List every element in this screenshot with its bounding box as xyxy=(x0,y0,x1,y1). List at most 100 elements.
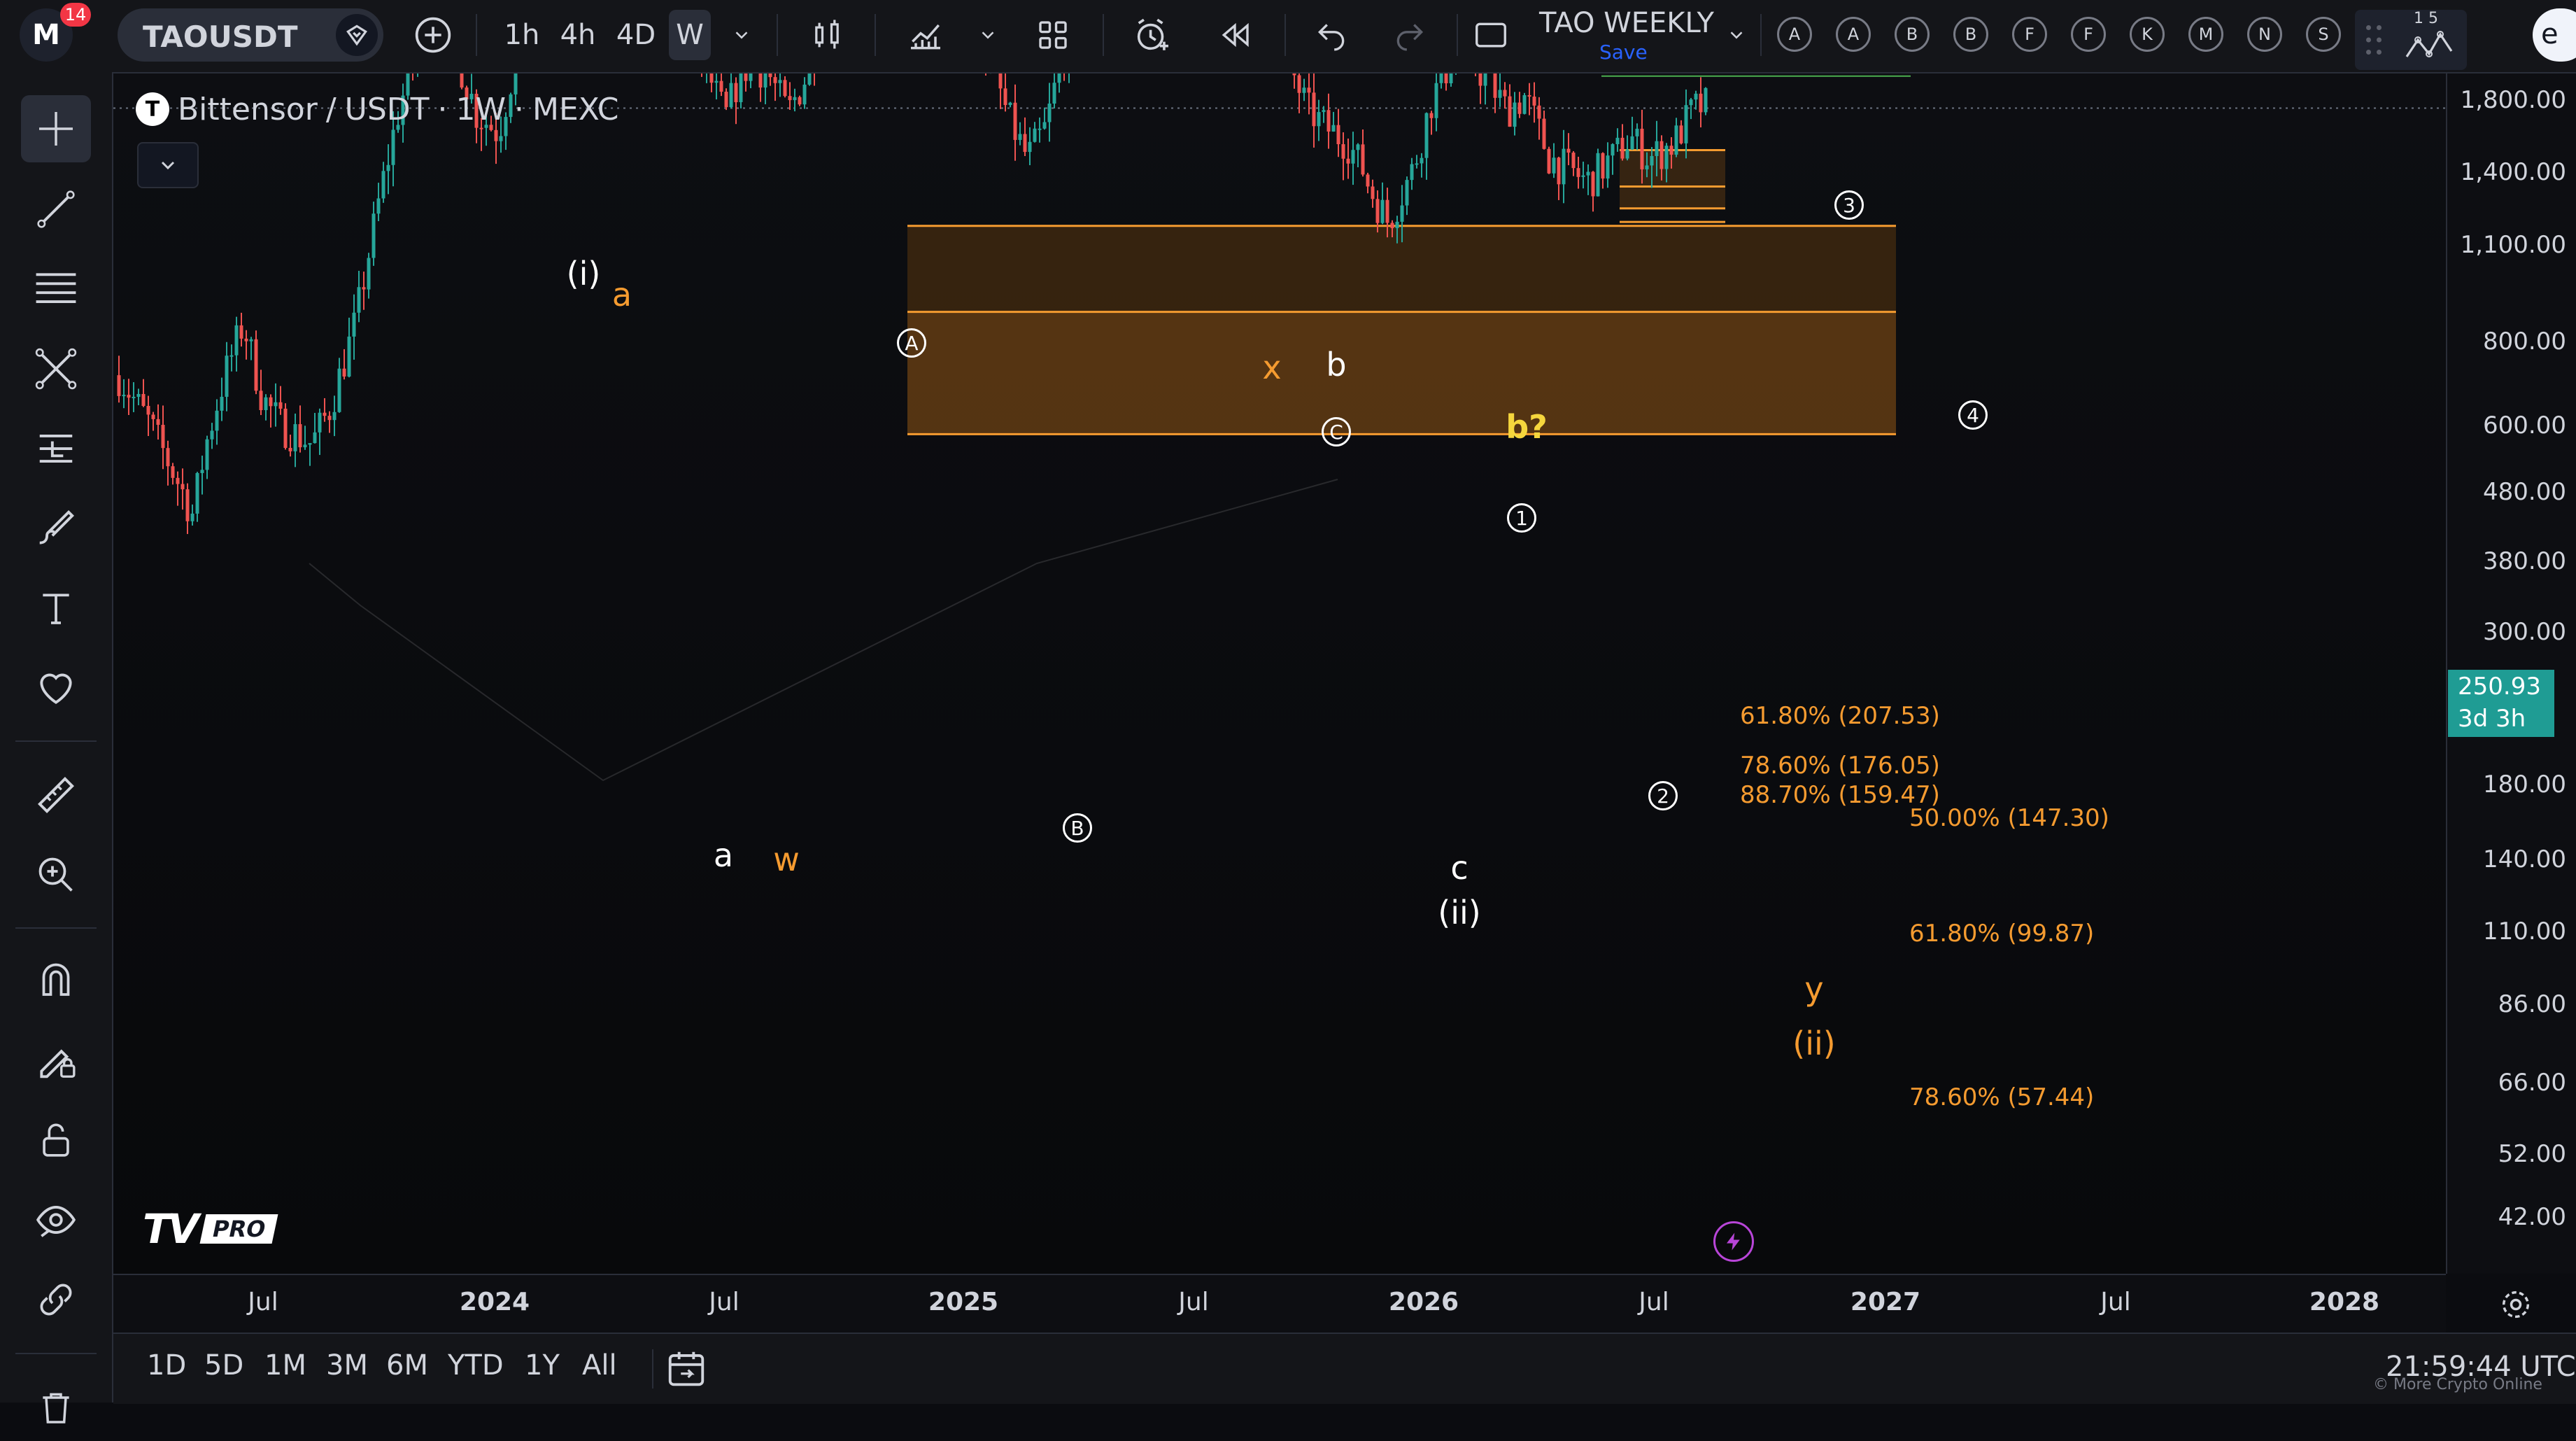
layout-grid-icon[interactable] xyxy=(1028,10,1077,60)
candle-body-255 xyxy=(1366,174,1370,187)
alert-button-a1[interactable]: A xyxy=(1777,17,1812,52)
wave-label-b[interactable]: b xyxy=(1326,346,1346,384)
tradingview-watermark: TV PRO xyxy=(143,1205,279,1253)
alert-button-k[interactable]: K xyxy=(2130,17,2165,52)
alert-button-s[interactable]: S xyxy=(2306,17,2341,52)
range-5d[interactable]: 5D xyxy=(204,1349,243,1382)
wave-label-y-orange[interactable]: y xyxy=(1804,970,1823,1008)
wave-label-ii-orange[interactable]: (ii) xyxy=(1792,1025,1835,1062)
candle-body-133 xyxy=(768,73,772,78)
pattern-icon[interactable] xyxy=(21,335,91,402)
chart-pane[interactable]: T Bittensor / USDT · 1W · MEXC (i) a A x… xyxy=(113,73,2446,1274)
interval-dropdown-icon[interactable] xyxy=(728,10,756,60)
lock-drawing-icon[interactable] xyxy=(21,1027,91,1094)
indicators-icon[interactable] xyxy=(901,10,950,60)
time-axis[interactable]: Jul 2024 Jul 2025 Jul 2026 Jul 2027 Jul … xyxy=(113,1274,2446,1334)
range-1y[interactable]: 1Y xyxy=(525,1349,560,1382)
candle-body-136 xyxy=(783,80,787,97)
compare-icon[interactable] xyxy=(336,14,378,56)
range-3m[interactable]: 3M xyxy=(326,1349,368,1382)
undo-icon[interactable] xyxy=(1307,10,1356,60)
wave-label-x-orange[interactable]: x xyxy=(1262,349,1281,386)
candle-body-265 xyxy=(1415,163,1419,165)
wave-label-i[interactable]: (i) xyxy=(567,255,601,293)
drag-handle-icon[interactable]: 1 5 xyxy=(2355,10,2467,70)
alert-button-b2[interactable]: B xyxy=(1953,17,1988,52)
trend-line-icon[interactable] xyxy=(21,176,91,243)
link-icon[interactable] xyxy=(21,1266,91,1333)
text-tool-icon[interactable] xyxy=(21,575,91,642)
candle-body-181 xyxy=(1003,88,1007,106)
candle-body-317 xyxy=(1669,146,1673,155)
wave-label-1-circle[interactable]: 1 xyxy=(1507,503,1536,533)
magnet-icon[interactable] xyxy=(21,947,91,1014)
range-6m[interactable]: 6M xyxy=(386,1349,428,1382)
wave-label-4-circle[interactable]: 4 xyxy=(1958,400,1988,430)
favorites-heart-icon[interactable] xyxy=(21,654,91,722)
legend-collapse-button[interactable] xyxy=(137,142,199,188)
candle-body-315 xyxy=(1659,141,1664,169)
wave-label-A-circle[interactable]: A xyxy=(897,328,926,358)
wave-label-w-orange[interactable]: w xyxy=(773,841,800,878)
unlock-icon[interactable] xyxy=(21,1106,91,1174)
brush-icon[interactable] xyxy=(21,495,91,562)
wave-label-B-circle[interactable]: B xyxy=(1063,813,1092,843)
layout-dropdown-icon[interactable] xyxy=(1722,10,1750,60)
alert-button-f2[interactable]: F xyxy=(2071,17,2106,52)
lightning-icon[interactable] xyxy=(1713,1221,1754,1262)
fib-label-lower-50[interactable]: 50.00% (147.30) xyxy=(1909,804,2109,832)
redo-icon[interactable] xyxy=(1385,10,1434,60)
candle-body-38 xyxy=(303,444,307,448)
fullscreen-icon[interactable] xyxy=(1468,10,1514,60)
candles-icon[interactable] xyxy=(805,10,849,60)
alert-button-b1[interactable]: B xyxy=(1895,17,1930,52)
fib-label-upper-786[interactable]: 78.60% (176.05) xyxy=(1740,752,1940,780)
eye-icon[interactable] xyxy=(21,1186,91,1253)
alert-button-f1[interactable]: F xyxy=(2012,17,2047,52)
range-ytd[interactable]: YTD xyxy=(448,1349,504,1382)
trash-icon[interactable] xyxy=(21,1374,91,1441)
profile-button[interactable]: e xyxy=(2533,8,2576,62)
fib-label-lower-618[interactable]: 61.80% (99.87) xyxy=(1909,920,2094,948)
add-symbol-icon[interactable] xyxy=(409,10,458,60)
candle-body-17 xyxy=(200,470,204,473)
alert-button-m[interactable]: M xyxy=(2188,17,2223,52)
wave-label-2-circle[interactable]: 2 xyxy=(1648,781,1678,810)
replay-icon[interactable] xyxy=(1210,10,1259,60)
alert-clock-icon[interactable] xyxy=(1128,10,1177,60)
candle-body-313 xyxy=(1650,155,1654,166)
credit-text: © More Crypto Online xyxy=(2373,1376,2542,1393)
symbol-search[interactable]: TAOUSDT xyxy=(118,8,383,62)
wave-label-c[interactable]: c xyxy=(1450,849,1468,887)
axis-settings-gear-icon[interactable] xyxy=(2498,1286,2537,1326)
layout-name[interactable]: TAO WEEKLY Save xyxy=(1532,4,1714,67)
ruler-icon[interactable] xyxy=(21,761,91,829)
wave-label-b-question[interactable]: b? xyxy=(1506,408,1548,446)
crosshair-icon[interactable] xyxy=(21,95,91,162)
fib-label-upper-618[interactable]: 61.80% (207.53) xyxy=(1740,702,1940,730)
alert-button-a2[interactable]: A xyxy=(1836,17,1871,52)
indicators-dropdown-icon[interactable] xyxy=(974,10,1002,60)
alert-button-n[interactable]: N xyxy=(2247,17,2282,52)
wave-label-ii[interactable]: (ii) xyxy=(1438,894,1480,932)
forecast-icon[interactable] xyxy=(21,415,91,482)
range-1m[interactable]: 1M xyxy=(264,1349,306,1382)
fib-label-lower-786[interactable]: 78.60% (57.44) xyxy=(1909,1083,2094,1111)
goto-date-calendar-icon[interactable] xyxy=(665,1347,714,1391)
interval-4h[interactable]: 4h xyxy=(557,10,599,60)
interval-1h[interactable]: 1h xyxy=(501,10,543,60)
price-label-52: 52.00 xyxy=(2498,1140,2566,1168)
wave-label-3-circle[interactable]: 3 xyxy=(1834,190,1864,220)
zoom-in-icon[interactable] xyxy=(21,841,91,908)
wave-label-a-orange-top[interactable]: a xyxy=(612,276,632,314)
interval-w[interactable]: W xyxy=(669,10,711,60)
wave-label-C-circle[interactable]: C xyxy=(1322,417,1351,447)
range-1d[interactable]: 1D xyxy=(147,1349,186,1382)
fib-retracement-icon[interactable] xyxy=(21,255,91,323)
interval-4d[interactable]: 4D xyxy=(613,10,659,60)
symbol-legend[interactable]: T Bittensor / USDT · 1W · MEXC xyxy=(136,90,618,128)
wave-label-a-white-low[interactable]: a xyxy=(714,836,733,874)
price-axis[interactable]: 1,800.00 1,400.00 1,100.00 800.00 600.00… xyxy=(2446,73,2576,1274)
candle-body-251 xyxy=(1346,158,1350,164)
range-all[interactable]: All xyxy=(582,1349,617,1382)
